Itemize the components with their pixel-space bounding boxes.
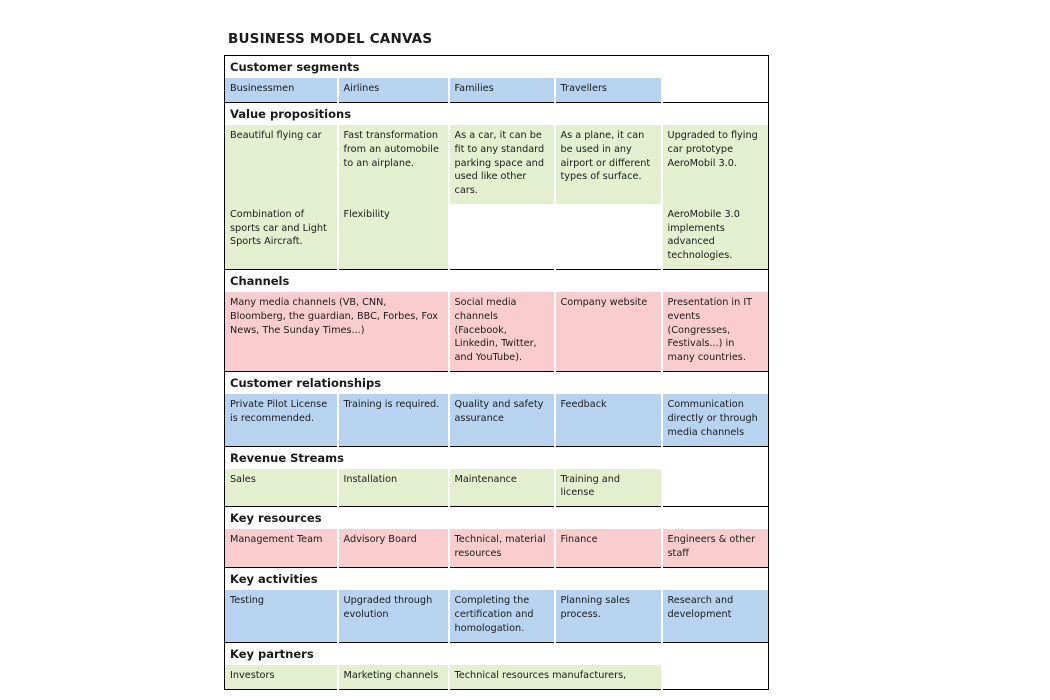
- canvas-cell: [660, 468, 769, 507]
- canvas-cell: Presentation in IT events (Congresses, F…: [660, 292, 769, 372]
- section-heading: Key activities: [224, 567, 769, 591]
- canvas-row: Testing Upgraded through evolution Complet…: [224, 590, 769, 643]
- canvas-cell: As a plane, it can be used in any airpor…: [553, 125, 662, 204]
- canvas-cell: Flexibility: [336, 203, 449, 270]
- section-heading: Key partners: [224, 641, 769, 665]
- canvas-cell: Management Team: [224, 529, 338, 568]
- canvas-cell: Airlines: [336, 78, 449, 103]
- canvas-cell: Sales: [224, 468, 338, 507]
- canvas-cell: Finance: [553, 529, 662, 568]
- canvas-cell: Private Pilot License is recommended.: [224, 394, 338, 446]
- canvas-cell: Technical, material resources: [447, 529, 555, 568]
- section-revenue-streams: Revenue Streams: [224, 445, 769, 469]
- canvas-row: Combination of sports car and Light Spor…: [224, 203, 769, 270]
- business-model-canvas: BUSINESS MODEL CANVAS Customer segments B…: [224, 0, 770, 690]
- section-value-propositions: Value propositions: [224, 101, 769, 126]
- canvas-cell: [660, 78, 769, 103]
- canvas-cell: Investors: [224, 664, 338, 689]
- canvas-cell: [553, 203, 662, 270]
- canvas-row: Sales Installation Maintenance Training and…: [224, 468, 769, 507]
- canvas-cell: Businessmen: [224, 78, 338, 103]
- canvas-row: Management Team Advisory Board Technical, …: [224, 529, 769, 568]
- canvas-cell: Training and license: [553, 468, 662, 507]
- canvas-row: Businessmen Airlines Families Travellers: [224, 78, 769, 103]
- section-key-activities: Key activities: [224, 567, 769, 591]
- canvas-cell: Beautiful flying car: [224, 125, 338, 204]
- canvas-row: Investors Marketing channels Technical res…: [224, 664, 769, 689]
- section-heading: Customer segments: [224, 55, 769, 79]
- canvas-cell: Feedback: [553, 394, 662, 446]
- canvas-cell: AeroMobile 3.0 implements advanced techn…: [660, 203, 769, 270]
- canvas-cell: Research and development: [660, 590, 769, 643]
- canvas-cell: Combination of sports car and Light Spor…: [224, 203, 338, 270]
- section-channels: Channels: [224, 268, 769, 293]
- canvas-row: Beautiful flying car Fast transformation …: [224, 125, 769, 204]
- canvas-cell: Advisory Board: [336, 529, 449, 568]
- canvas-cell: Completing the certification and homolog…: [447, 590, 555, 643]
- canvas-row: Many media channels (VB, CNN, Bloomberg,…: [224, 292, 769, 372]
- canvas-cell: Testing: [224, 590, 338, 643]
- canvas-cell: [660, 664, 769, 689]
- section-heading: Key resources: [224, 506, 769, 530]
- canvas-cell: Technical resources manufacturers,: [447, 664, 662, 689]
- canvas-table-body: Customer segments Businessmen Airlines Fami…: [224, 55, 769, 689]
- canvas-cell: Fast transformation from an automobile t…: [336, 125, 449, 204]
- section-heading: Value propositions: [224, 101, 769, 126]
- canvas-cell: Engineers & other staff: [660, 529, 769, 568]
- canvas-cell: Maintenance: [447, 468, 555, 507]
- section-customer-relationships: Customer relationships: [224, 370, 769, 395]
- canvas-cell: Quality and safety assurance: [447, 394, 555, 446]
- canvas-cell: [447, 203, 555, 270]
- canvas-cell: Travellers: [553, 78, 662, 103]
- canvas-cell: As a car, it can be fit to any standard …: [447, 125, 555, 204]
- section-key-partners: Key partners: [224, 641, 769, 665]
- section-customer-segments: Customer segments: [224, 55, 769, 79]
- canvas-cell: Upgraded to flying car prototype AeroMob…: [660, 125, 769, 204]
- canvas-cell: Social media channels (Facebook, Linkedi…: [447, 292, 555, 372]
- section-heading: Channels: [224, 268, 769, 293]
- canvas-table: Customer segments Businessmen Airlines Fami…: [224, 54, 770, 690]
- canvas-cell: Marketing channels: [336, 664, 449, 689]
- canvas-cell: Upgraded through evolution: [336, 590, 449, 643]
- page-title: BUSINESS MODEL CANVAS: [228, 31, 433, 47]
- canvas-cell: Planning sales process.: [553, 590, 662, 643]
- section-key-resources: Key resources: [224, 506, 769, 530]
- canvas-cell: Families: [447, 78, 555, 103]
- canvas-row: Private Pilot License is recommended. Tra…: [224, 394, 769, 446]
- canvas-cell: Company website: [553, 292, 662, 372]
- canvas-cell: Many media channels (VB, CNN, Bloomberg,…: [224, 292, 449, 372]
- section-heading: Revenue Streams: [224, 445, 769, 469]
- canvas-cell: Communication directly or through media …: [660, 394, 769, 446]
- section-heading: Customer relationships: [224, 370, 769, 395]
- canvas-cell: Training is required.: [336, 394, 449, 446]
- canvas-cell: Installation: [336, 468, 449, 507]
